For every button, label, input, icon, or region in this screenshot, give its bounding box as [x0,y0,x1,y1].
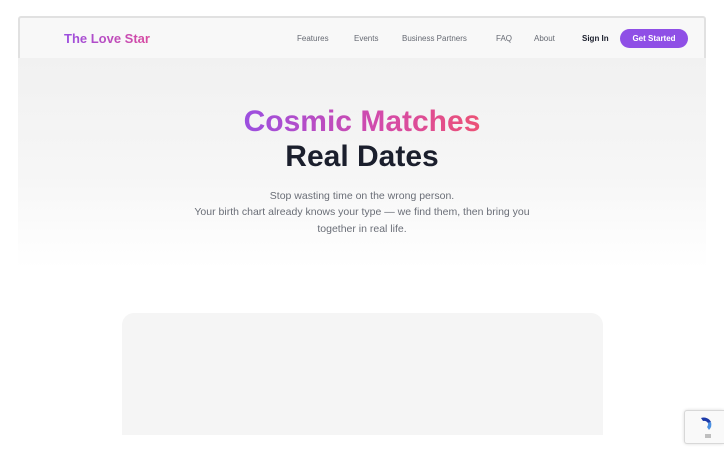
hero-subtitle-line-2: Your birth chart already knows your type… [194,206,530,218]
sign-in-link[interactable]: Sign In [582,34,609,43]
nav-link-about[interactable]: About [534,34,555,43]
hero-title-gradient-text: Cosmic Matches [243,105,481,138]
site-logo[interactable]: The Love Star [64,31,150,46]
hero-subtitle-line-3: together in real life. [317,223,407,235]
recaptcha-icon [701,417,712,438]
hero-title-plain: Real Dates [285,140,439,173]
nav-link-features[interactable]: Features [297,34,329,43]
nav-link-faq[interactable]: FAQ [496,34,512,43]
nav-link-events[interactable]: Events [354,34,378,43]
recaptcha-badge[interactable] [684,410,724,444]
nav-link-business-partners[interactable]: Business Partners [402,34,467,43]
get-started-button[interactable]: Get Started [620,29,688,48]
hero-title-gradient: Cosmic Matches [0,105,724,139]
hero-subtitle-line-1: Stop wasting time on the wrong person. [269,190,455,202]
content-card-placeholder [122,313,603,435]
